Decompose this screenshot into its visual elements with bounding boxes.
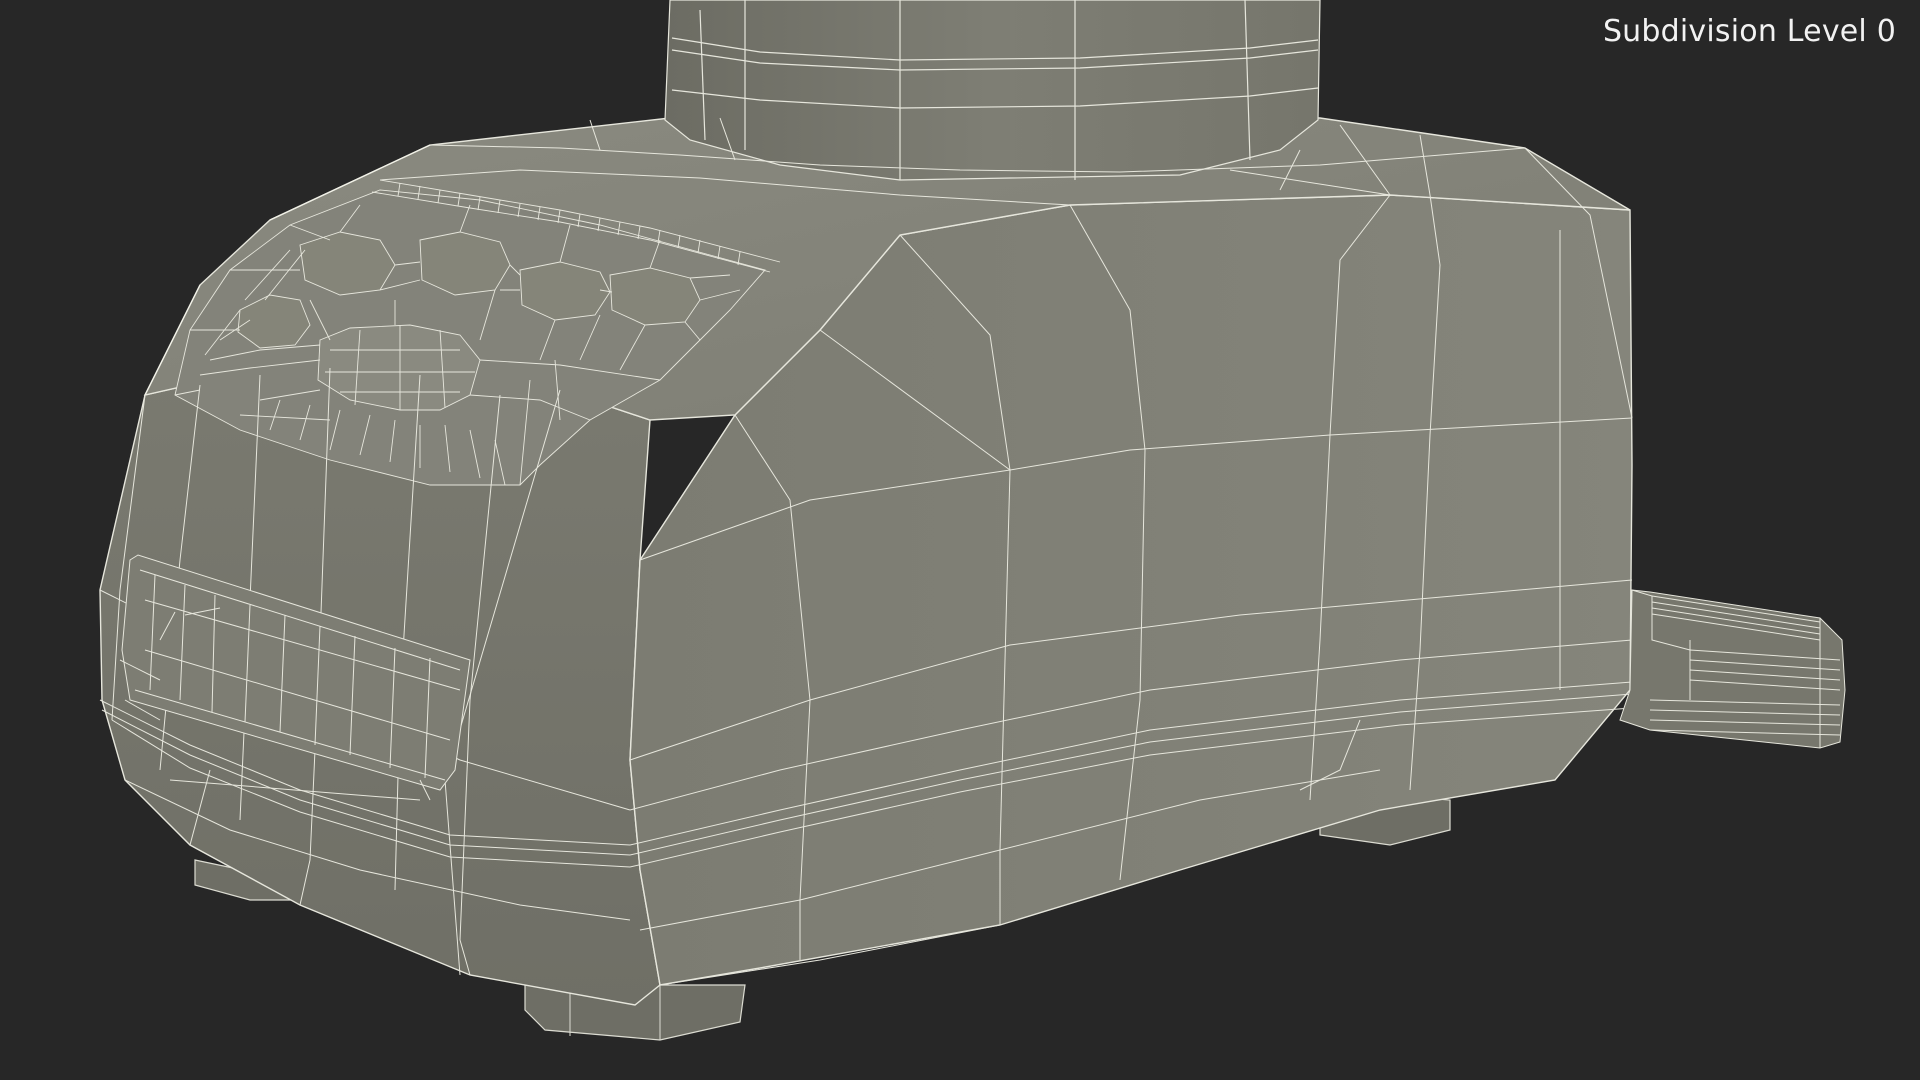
cord-wrap <box>1619 589 1846 749</box>
jar-base <box>664 0 1321 181</box>
wireframe-model <box>99 0 1846 1041</box>
render-viewport: Subdivision Level 0 <box>0 0 1920 1080</box>
subdivision-level-label: Subdivision Level 0 <box>1602 14 1896 49</box>
